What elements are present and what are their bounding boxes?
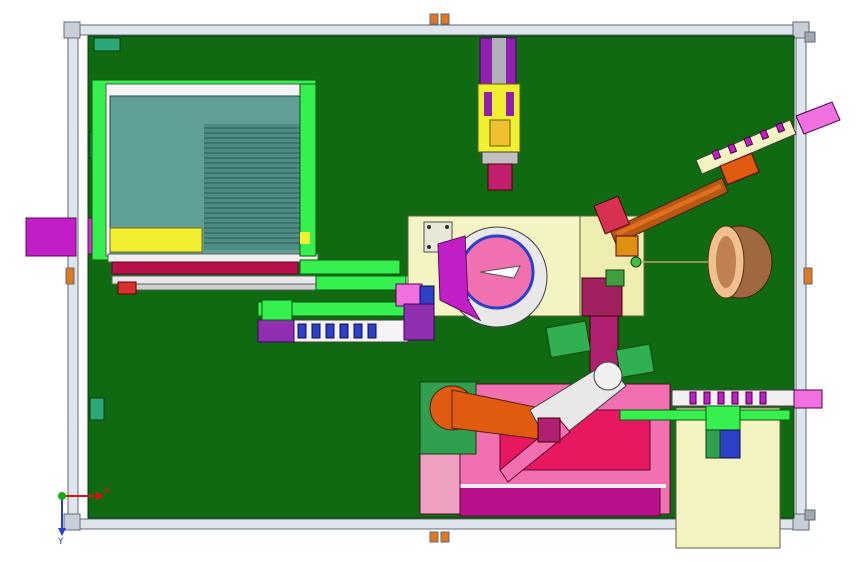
frame-foot-r xyxy=(803,267,813,285)
hopper-crimson-bar xyxy=(111,261,299,275)
feeder-hopper xyxy=(91,79,319,275)
slide-rail-lime-2 xyxy=(315,275,407,291)
plate-bolt-3 xyxy=(427,245,431,249)
axis-origin xyxy=(58,492,66,500)
frame-foot-br xyxy=(804,509,816,521)
green-cylinder-1 xyxy=(545,320,592,359)
top-left-block xyxy=(93,37,121,52)
left-bracket-lower xyxy=(89,397,105,421)
frame-foot-top2 xyxy=(440,13,450,25)
cylinder-body-grey xyxy=(492,38,506,84)
arm-orange-gripper xyxy=(615,235,639,257)
cable-chain-end-purple xyxy=(257,319,295,343)
frame-foot-bot2 xyxy=(440,531,450,543)
br-motor-green xyxy=(705,429,721,459)
hopper-rail-white xyxy=(107,253,319,263)
y-axis-label: Y xyxy=(57,537,64,547)
cad-assembly-view: X Y xyxy=(0,0,867,562)
plate-bolt-1 xyxy=(427,225,431,229)
left-motor-shaft xyxy=(25,217,77,257)
frame-top-rail xyxy=(67,24,809,36)
cable-chain-green-block xyxy=(261,299,293,321)
frame-foot-bot xyxy=(429,531,439,543)
cylinder-slot xyxy=(484,92,492,116)
hopper-right-post xyxy=(299,83,317,257)
cylinder-lower-plate xyxy=(481,151,519,165)
slide-rail-lime xyxy=(299,259,401,275)
br-green-block xyxy=(705,405,741,431)
robot-wrist xyxy=(537,417,561,443)
frame-corner-tl xyxy=(63,21,81,39)
br-end-cap xyxy=(793,389,823,409)
frame-foot-tl xyxy=(65,267,75,285)
cylinder-inner-block xyxy=(489,119,511,147)
bottom-white-strip xyxy=(456,484,666,488)
slide-block-left xyxy=(117,281,137,295)
center-post-cap xyxy=(605,269,625,287)
left-slider-purple-plate xyxy=(403,303,435,341)
robot-elbow-joint xyxy=(593,361,623,391)
hopper-small-tab xyxy=(300,232,310,244)
frame-corner-bl xyxy=(63,513,81,531)
cylinder-rod-magenta xyxy=(487,163,513,191)
arm-gripper-tip xyxy=(630,256,642,268)
cylinder-slot2 xyxy=(506,92,514,116)
coil-reel-inner xyxy=(716,236,736,288)
br-green-bar xyxy=(619,409,791,421)
left-slider-block xyxy=(395,283,423,307)
plate-bolt-2 xyxy=(445,225,449,229)
x-axis-label: X xyxy=(104,487,110,497)
frame-foot-tr xyxy=(804,31,816,43)
bottom-crimson-shelf xyxy=(459,485,661,517)
hopper-yellow-bar xyxy=(109,227,203,253)
frame-foot-top xyxy=(429,13,439,25)
